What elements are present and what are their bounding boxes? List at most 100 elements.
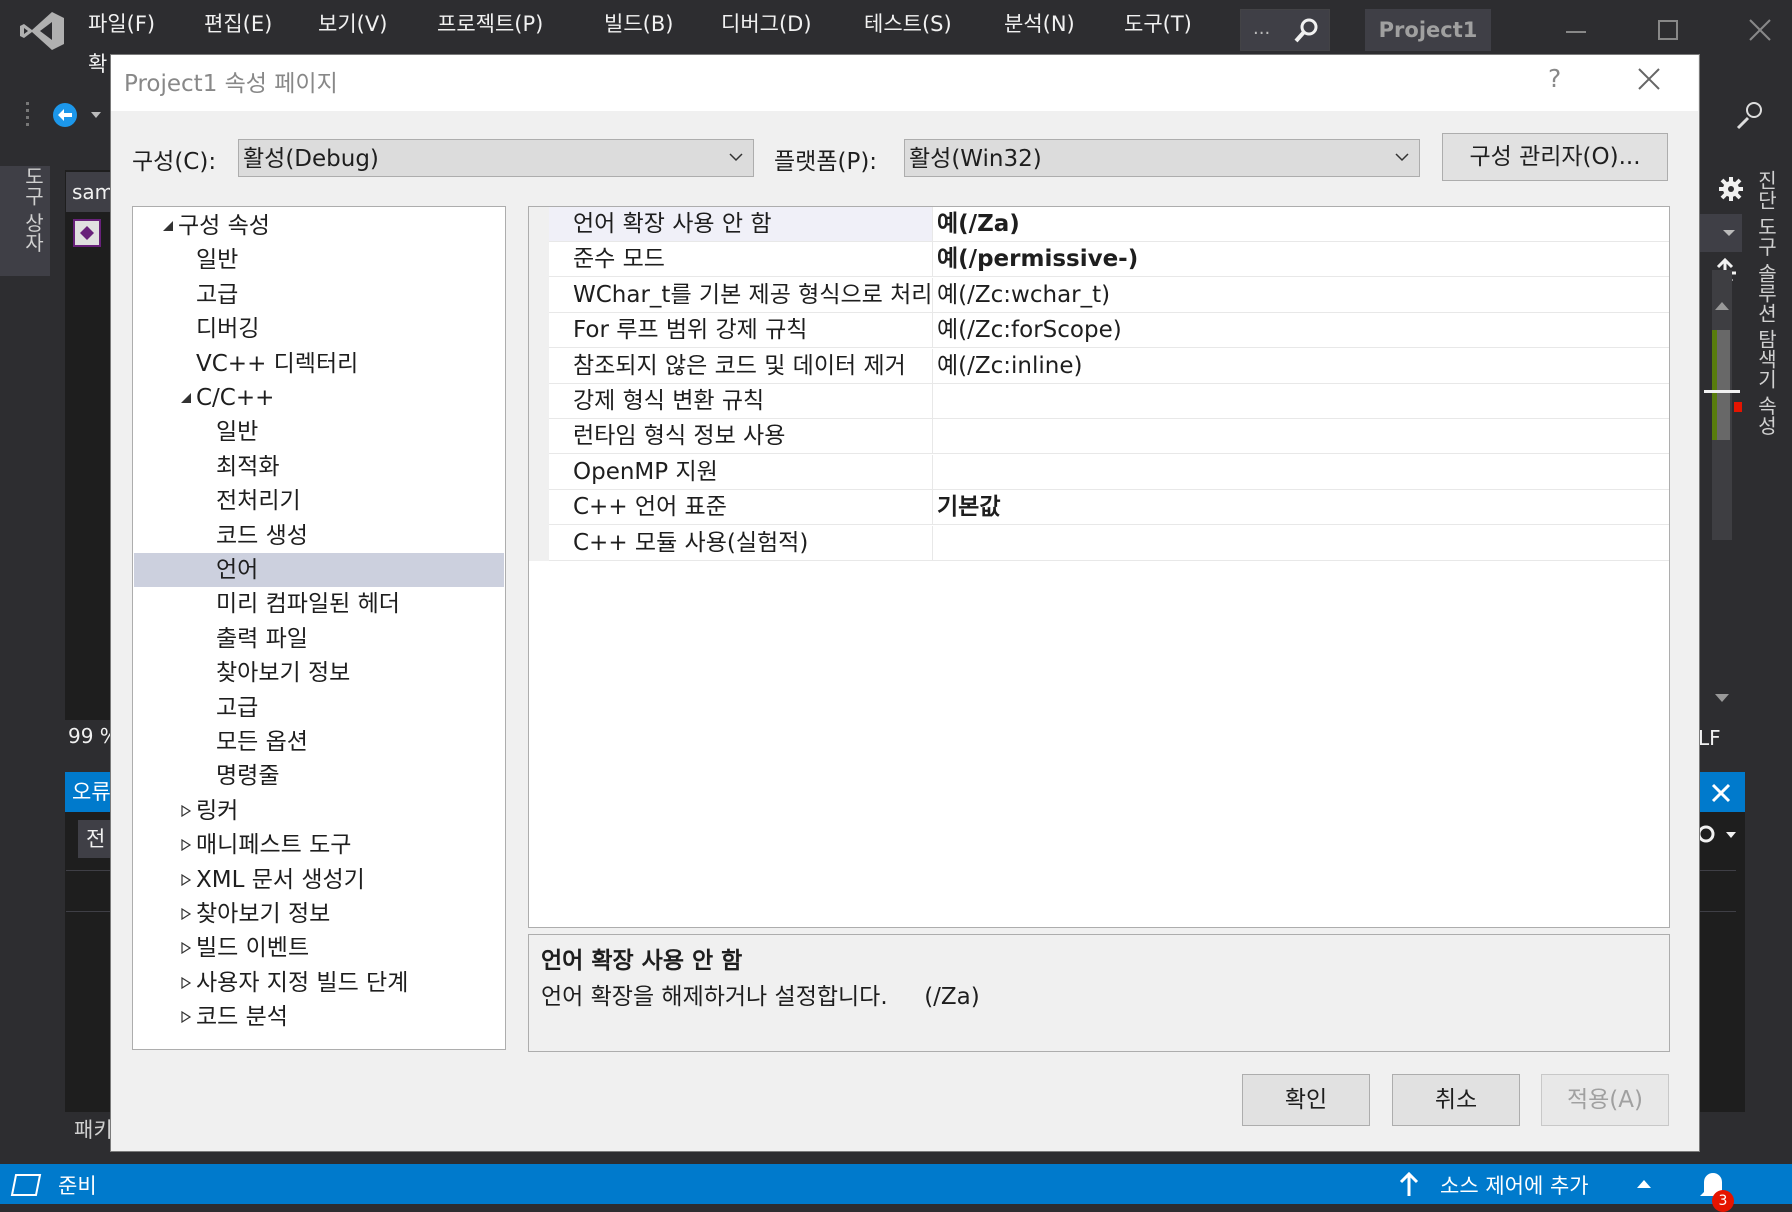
toolbar-grip-icon <box>26 102 29 126</box>
tree-item[interactable]: 모든 옵션 <box>134 725 504 759</box>
add-to-source-control[interactable]: 소스 제어에 추가 <box>1440 1170 1589 1200</box>
error-scope-filter[interactable]: 전 <box>78 820 114 858</box>
platform-select[interactable]: 활성(Win32) <box>904 139 1420 177</box>
tree-item[interactable]: VC++ 디렉터리 <box>134 347 504 381</box>
property-name: 참조되지 않은 코드 및 데이터 제거 <box>549 348 933 383</box>
property-value[interactable]: 예(/Zc:wchar_t) <box>937 278 1110 312</box>
right-vertical-tabs[interactable]: 진단 도구 솔루션 탐색기 속성 <box>1752 170 1781 435</box>
tree-item-label: 디버깅 <box>196 316 260 343</box>
tree-item[interactable]: 찾아보기 정보 <box>134 897 504 931</box>
menu-item[interactable]: 도구(T) <box>1124 6 1192 42</box>
tree-item-label: 구성 속성 <box>178 213 270 239</box>
status-output-icon[interactable] <box>10 1172 42 1198</box>
menu-item[interactable]: 파일(F) <box>88 6 155 42</box>
property-row[interactable]: 언어 확장 사용 안 함 예(/Za) <box>549 207 1669 242</box>
arrow-up-icon[interactable] <box>1398 1172 1420 1198</box>
bottom-tab[interactable]: 패키 <box>74 1114 110 1144</box>
description-title: 언어 확장 사용 안 함 <box>541 948 743 974</box>
tree-item[interactable]: 일반 <box>134 243 504 277</box>
tree-item[interactable]: 언어 <box>134 553 504 587</box>
tree-item-label: XML 문서 생성기 <box>196 866 365 893</box>
property-row[interactable]: C++ 모듈 사용(실험적) <box>549 525 1669 561</box>
dialog-close-icon[interactable] <box>1636 66 1662 92</box>
property-row[interactable]: For 루프 범위 강제 규칙 예(/Zc:forScope) <box>549 313 1669 349</box>
tree-item[interactable]: 매니페스트 도구 <box>134 828 504 862</box>
property-value[interactable]: 예(/Zc:inline) <box>937 349 1082 383</box>
collapsed-triangle-icon[interactable] <box>180 942 192 955</box>
search-box[interactable]: ... <box>1240 9 1330 51</box>
scroll-down-icon[interactable] <box>1714 692 1730 704</box>
zoom-level[interactable]: 99 % <box>68 724 110 748</box>
property-row[interactable]: WChar_t를 기본 제공 형식으로 처리 예(/Zc:wchar_t) <box>549 277 1669 313</box>
search-options-icon[interactable] <box>1694 820 1740 850</box>
menu-item[interactable]: 디버그(D) <box>721 6 812 42</box>
collapsed-triangle-icon[interactable] <box>180 873 192 886</box>
property-row[interactable]: C++ 언어 표준 기본값 <box>549 490 1669 526</box>
tree-item[interactable]: 코드 생성 <box>134 519 504 553</box>
close-window-icon[interactable] <box>1740 10 1780 50</box>
menu-item[interactable]: 편집(E) <box>204 6 272 42</box>
maximize-icon[interactable] <box>1648 10 1688 50</box>
caret-marker <box>1704 390 1740 393</box>
property-row[interactable]: 준수 모드 예(/permissive-) <box>549 242 1669 278</box>
tree-item[interactable]: 미리 컴파일된 헤더 <box>134 587 504 621</box>
toolbox-vertical-label[interactable]: 도구 상자 <box>18 166 48 252</box>
tree-item[interactable]: C/C++ <box>134 381 504 415</box>
chevron-down-icon[interactable] <box>1722 228 1736 238</box>
menu-item[interactable]: 프로젝트(P) <box>437 6 543 42</box>
ok-button[interactable]: 확인 <box>1242 1074 1370 1126</box>
collapsed-triangle-icon[interactable] <box>180 976 192 989</box>
property-row[interactable]: 런타임 형식 정보 사용 <box>549 419 1669 455</box>
tree-item[interactable]: 명령줄 <box>134 759 504 793</box>
property-value[interactable]: 예(/Zc:forScope) <box>937 313 1122 347</box>
tree-item[interactable]: 고급 <box>134 691 504 725</box>
settings-gear-icon[interactable] <box>1718 176 1744 202</box>
scroll-up-icon[interactable] <box>1714 300 1730 312</box>
menu-item[interactable]: 분석(N) <box>1004 6 1075 42</box>
tree-item[interactable]: 코드 분석 <box>134 1000 504 1034</box>
expanded-triangle-icon[interactable] <box>162 220 174 232</box>
config-select[interactable]: 활성(Debug) <box>238 139 754 177</box>
tree-item[interactable]: 출력 파일 <box>134 622 504 656</box>
property-value[interactable]: 예(/permissive-) <box>937 242 1138 276</box>
back-dropdown-icon[interactable] <box>90 110 102 120</box>
tree-item[interactable]: 최적화 <box>134 450 504 484</box>
collapsed-triangle-icon[interactable] <box>180 804 192 817</box>
tree-item[interactable]: 사용자 지정 빌드 단계 <box>134 966 504 1000</box>
tree-item[interactable]: 찾아보기 정보 <box>134 656 504 690</box>
property-row[interactable]: 참조되지 않은 코드 및 데이터 제거 예(/Zc:inline) <box>549 348 1669 384</box>
feedback-icon[interactable] <box>1734 98 1768 132</box>
tree-item[interactable]: 빌드 이벤트 <box>134 931 504 965</box>
cancel-button[interactable]: 취소 <box>1392 1074 1520 1126</box>
tree-item[interactable]: 전처리기 <box>134 484 504 518</box>
property-row[interactable]: OpenMP 지원 <box>549 454 1669 490</box>
help-button[interactable]: ? <box>1548 64 1561 93</box>
property-value[interactable]: 예(/Za) <box>937 207 1020 241</box>
back-arrow-icon[interactable] <box>50 100 80 130</box>
tree-item[interactable]: 고급 <box>134 278 504 312</box>
menu-item[interactable]: 테스트(S) <box>864 6 952 42</box>
tree-item[interactable]: 링커 <box>134 794 504 828</box>
menu-item[interactable]: 보기(V) <box>318 6 387 42</box>
minimize-icon[interactable] <box>1556 10 1596 50</box>
config-manager-button[interactable]: 구성 관리자(O)... <box>1442 133 1668 181</box>
caret-up-icon[interactable] <box>1636 1178 1652 1190</box>
collapsed-triangle-icon[interactable] <box>180 908 192 920</box>
apply-button[interactable]: 적용(A) <box>1541 1074 1669 1126</box>
close-panel-icon[interactable] <box>1706 778 1736 808</box>
tree-item[interactable]: 일반 <box>134 415 504 449</box>
property-row[interactable]: 강제 형식 변환 규칙 <box>549 384 1669 419</box>
line-ending[interactable]: LF <box>1698 726 1721 750</box>
tree-item[interactable]: 구성 속성 <box>134 209 504 243</box>
editor-tab[interactable]: sam <box>66 172 110 212</box>
tree-item-label: 사용자 지정 빌드 단계 <box>196 969 409 996</box>
tree-item[interactable]: XML 문서 생성기 <box>134 863 504 897</box>
expanded-triangle-icon[interactable] <box>180 392 192 404</box>
property-name: 강제 형식 변환 규칙 <box>549 384 933 418</box>
property-value[interactable]: 기본값 <box>937 490 1000 524</box>
menu-item[interactable]: 빌드(B) <box>604 6 673 42</box>
tree-item[interactable]: 디버깅 <box>134 312 504 346</box>
collapsed-triangle-icon[interactable] <box>180 839 192 852</box>
error-marker <box>1734 402 1742 412</box>
collapsed-triangle-icon[interactable] <box>180 1011 192 1024</box>
